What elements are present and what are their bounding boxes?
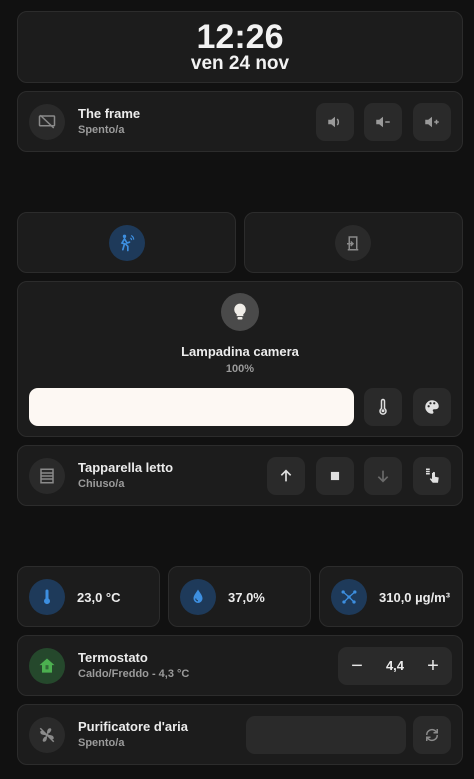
temperature-value: 23,0 °C xyxy=(77,590,121,605)
volume-mute-button[interactable] xyxy=(316,103,354,141)
humidity-value: 37,0% xyxy=(228,590,265,605)
light-state: 100% xyxy=(225,363,255,375)
purifier-state: Spento/a xyxy=(78,737,125,749)
motion-card[interactable] xyxy=(17,212,236,273)
pm25-value: 310,0 µg/m³ xyxy=(379,590,451,605)
cover-open-button[interactable] xyxy=(267,457,305,495)
clock-time: 12:26 xyxy=(196,18,284,56)
cover-name: Tapparella letto xyxy=(78,460,174,475)
temperature-card[interactable]: 23,0 °C xyxy=(17,566,160,627)
stop-icon xyxy=(330,471,340,481)
arrow-down-icon xyxy=(377,470,389,483)
thermostat-card[interactable]: Termostato Caldo/Freddo - 4,3 °C − 4,4 + xyxy=(17,635,463,696)
palette-icon xyxy=(425,400,439,414)
volume-minus-icon xyxy=(376,116,390,128)
cover-close-button[interactable] xyxy=(364,457,402,495)
cover-position-button[interactable] xyxy=(413,457,451,495)
color-button[interactable] xyxy=(413,388,451,426)
blinds-icon[interactable] xyxy=(29,458,65,494)
volume-plus-icon xyxy=(425,116,439,128)
clock-date: ven 24 nov xyxy=(190,53,290,74)
motion-sensor-icon[interactable] xyxy=(109,225,145,261)
brightness-slider[interactable] xyxy=(29,388,354,426)
molecule-icon[interactable] xyxy=(331,579,367,615)
media-name: The frame xyxy=(78,106,141,121)
light-name: Lampadina camera xyxy=(181,344,299,359)
home-thermostat-icon[interactable] xyxy=(29,648,65,684)
cover-state: Chiuso/a xyxy=(78,478,125,490)
humidity-card[interactable]: 37,0% xyxy=(168,566,311,627)
sync-icon xyxy=(425,728,439,742)
water-drop-icon[interactable] xyxy=(180,579,216,615)
thermostat-state: Caldo/Freddo - 4,3 °C xyxy=(78,668,190,680)
clock-card: 12:26 ven 24 nov xyxy=(17,11,463,83)
setpoint-value: 4,4 xyxy=(385,658,405,673)
cover-stop-button[interactable] xyxy=(316,457,354,495)
door-open-icon[interactable] xyxy=(335,225,371,261)
thermometer-icon xyxy=(379,398,387,415)
pm25-card[interactable]: 310,0 µg/m³ xyxy=(319,566,463,627)
door-card[interactable] xyxy=(244,212,463,273)
media-card[interactable]: The frame Spento/a xyxy=(17,91,463,152)
setpoint-plus-button[interactable]: + xyxy=(414,647,452,685)
purifier-name: Purificatore d'aria xyxy=(78,719,189,734)
color-temp-button[interactable] xyxy=(364,388,402,426)
setpoint-minus-button[interactable]: − xyxy=(338,647,376,685)
purifier-mode-select[interactable] xyxy=(246,716,406,754)
lightbulb-icon[interactable] xyxy=(221,293,259,331)
hand-pointer-icon xyxy=(426,468,439,483)
purifier-card[interactable]: Purificatore d'aria Spento/a xyxy=(17,704,463,765)
tv-off-icon[interactable] xyxy=(29,104,65,140)
media-state: Spento/a xyxy=(78,124,125,136)
volume-down-button[interactable] xyxy=(364,103,402,141)
thermostat-name: Termostato xyxy=(78,650,148,665)
fan-off-icon[interactable] xyxy=(29,717,65,753)
purifier-cycle-button[interactable] xyxy=(413,716,451,754)
setpoint-control: − 4,4 + xyxy=(338,647,452,685)
volume-up-button[interactable] xyxy=(413,103,451,141)
arrow-up-icon xyxy=(280,469,292,482)
cover-card[interactable]: Tapparella letto Chiuso/a xyxy=(17,445,463,506)
thermometer-icon[interactable] xyxy=(29,579,65,615)
light-card[interactable]: Lampadina camera 100% xyxy=(17,281,463,437)
volume-icon xyxy=(328,116,340,128)
brightness-slider-fill xyxy=(29,388,354,426)
